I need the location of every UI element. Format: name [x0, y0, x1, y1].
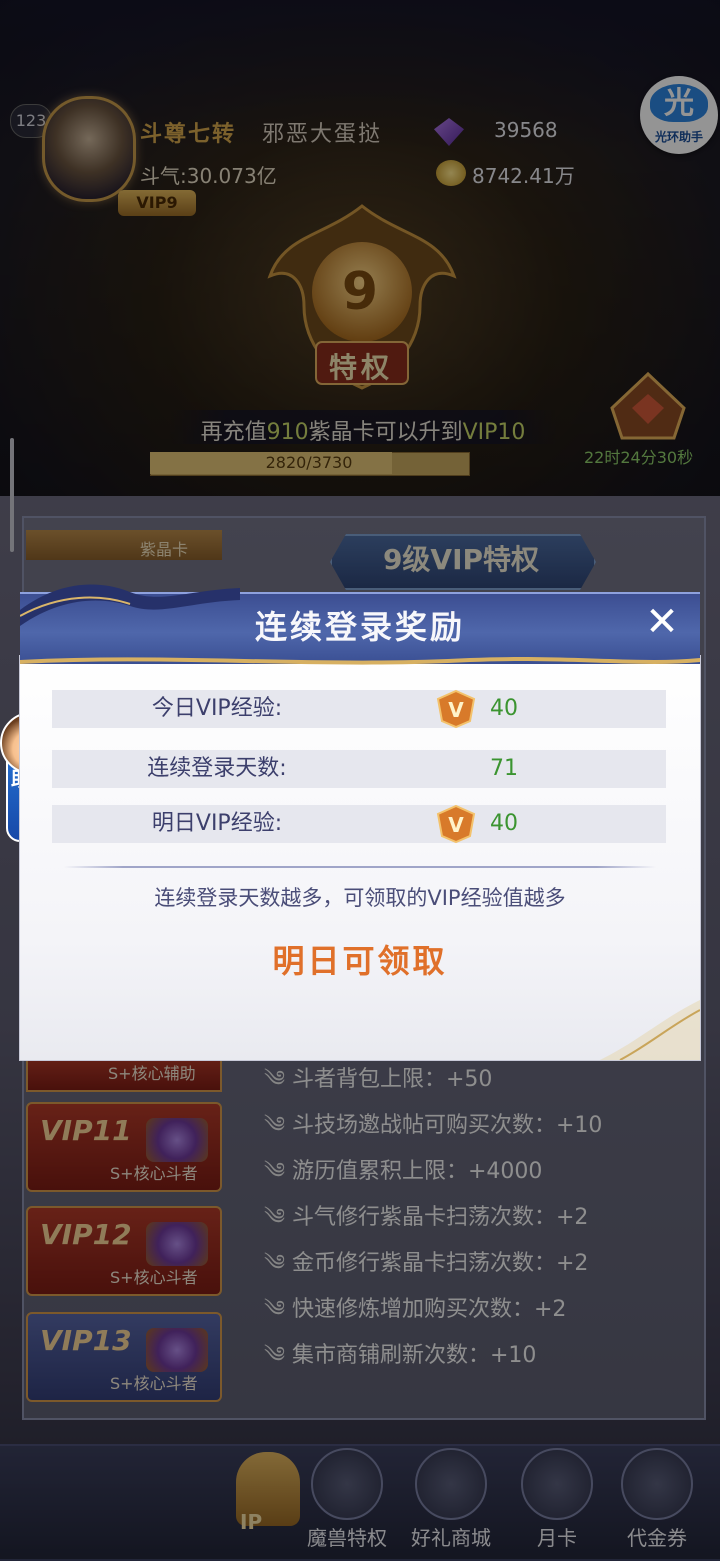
assistant-app-label: 光环助手	[654, 130, 703, 144]
purple-card-tab[interactable]	[26, 530, 222, 560]
nav-beast-privilege[interactable]: 魔兽特权	[302, 1448, 392, 1551]
claw-bullet-icon: ༄	[264, 1343, 286, 1368]
vip-privilege-label: 特权	[328, 351, 393, 384]
perk-text: 斗者背包上限：+50	[292, 1067, 493, 1092]
crystal-count: 39568	[494, 118, 558, 142]
v-badge-letter: V	[448, 813, 464, 837]
login-days-label: 连续登录天数:	[147, 756, 287, 781]
voucher-icon	[621, 1448, 693, 1520]
vip-tab-sub: S+核心斗者	[110, 1164, 198, 1183]
vip-tab-vip12[interactable]: VIP12 S+核心斗者	[26, 1206, 222, 1296]
vip-progress-text: 2820/3730	[265, 453, 353, 472]
beast-icon	[311, 1448, 383, 1520]
nav-label: 月卡	[537, 1526, 577, 1550]
recharge-amount: 910	[266, 420, 309, 445]
vip-tab-vip13[interactable]: VIP13 S+核心斗者	[26, 1312, 222, 1402]
nav-label: 代金券	[627, 1526, 687, 1550]
nav-vip-label: IP	[240, 1510, 263, 1534]
today-exp-label: 今日VIP经验:	[151, 696, 283, 721]
gift-shop-icon	[415, 1448, 487, 1520]
scrollbar[interactable]	[10, 438, 14, 552]
perk-item: ༄ 快速修炼增加购买次数：+2	[264, 1284, 566, 1322]
timed-chest-icon[interactable]	[602, 368, 694, 444]
perk-text: 集市商铺刷新次数：+10	[292, 1343, 537, 1368]
corner-ornament-icon	[600, 1000, 700, 1060]
vip-tab-sub: S+核心斗者	[110, 1374, 198, 1393]
vip-tab-sub: S+核心辅助	[108, 1064, 196, 1083]
today-exp-value: 40	[490, 696, 518, 721]
player-vip-tag: VIP9	[118, 190, 196, 216]
vip-v-badge-icon: V	[436, 804, 476, 844]
perk-text: 斗气修行紫晶卡扫荡次数：+2	[292, 1205, 589, 1230]
perk-text: 游历值累积上限：+4000	[292, 1159, 543, 1184]
perk-text: 金币修行紫晶卡扫荡次数：+2	[292, 1251, 589, 1276]
player-name: 邪恶大蛋挞	[262, 122, 383, 147]
purple-card-label: 紫晶卡	[140, 540, 189, 559]
gold-coin-icon	[436, 160, 466, 186]
perk-item: ༄ 游历值累积上限：+4000	[264, 1146, 542, 1184]
tomorrow-exp-value: 40	[490, 811, 518, 836]
vip-level-number: 9	[341, 262, 379, 322]
vip-tab-sub: S+核心斗者	[110, 1268, 198, 1287]
nav-label: 好礼商城	[411, 1526, 491, 1550]
perk-item: ༄ 斗技场邀战帖可购买次数：+10	[264, 1100, 602, 1138]
tomorrow-exp-label: 明日VIP经验:	[151, 811, 283, 836]
reward-hint-text: 连续登录天数越多，可领取的VIP经验值越多	[154, 886, 566, 910]
vip-tab-title: VIP11	[40, 1114, 132, 1147]
perk-item: ༄ 金币修行紫晶卡扫荡次数：+2	[264, 1238, 588, 1276]
treasure-chest-icon	[146, 1328, 208, 1372]
treasure-chest-icon	[146, 1118, 208, 1162]
close-icon[interactable]: ✕	[642, 602, 682, 642]
recharge-prefix: 再充值	[200, 420, 267, 445]
treasure-chest-icon	[146, 1222, 208, 1266]
recharge-target: VIP10	[462, 420, 526, 445]
perk-text: 斗技场邀战帖可购买次数：+10	[292, 1113, 603, 1138]
assistant-logo-icon: 光	[650, 84, 708, 122]
login-days-value: 71	[490, 756, 518, 781]
player-power: 斗气:30.073亿	[140, 164, 277, 188]
nav-gift-shop[interactable]: 好礼商城	[406, 1448, 496, 1551]
chest-countdown: 22时24分30秒	[584, 448, 694, 467]
recharge-middle: 紫晶卡可以升到	[308, 420, 463, 445]
modal-title: 连续登录奖励	[254, 608, 465, 646]
divider	[64, 866, 656, 868]
perk-item: ༄ 斗气修行紫晶卡扫荡次数：+2	[264, 1192, 588, 1230]
vip-privilege-header-text: 9级VIP特权	[382, 543, 540, 576]
recharge-hint: 再充值910紫晶卡可以升到VIP10	[168, 414, 558, 446]
player-rank-title: 斗尊七转	[140, 122, 237, 147]
nav-monthly-card[interactable]: 月卡	[512, 1448, 602, 1551]
vip-tab-title: VIP13	[40, 1324, 132, 1357]
player-avatar[interactable]	[42, 96, 136, 202]
gold-count: 8742.41万	[472, 164, 575, 188]
v-badge-letter: V	[448, 698, 464, 722]
vip-v-badge-icon: V	[436, 689, 476, 729]
monthly-card-icon	[521, 1448, 593, 1520]
nav-voucher[interactable]: 代金券	[612, 1448, 702, 1551]
vip-tab-vip11[interactable]: VIP11 S+核心斗者	[26, 1102, 222, 1192]
claim-status-button[interactable]: 明日可领取	[20, 936, 700, 982]
vip-tab-title: VIP12	[40, 1218, 132, 1251]
perk-text: 快速修炼增加购买次数：+2	[292, 1297, 567, 1322]
header-gold-trim	[20, 657, 700, 665]
nav-label: 魔兽特权	[307, 1526, 387, 1550]
perk-item: ༄ 集市商铺刷新次数：+10	[264, 1330, 536, 1368]
